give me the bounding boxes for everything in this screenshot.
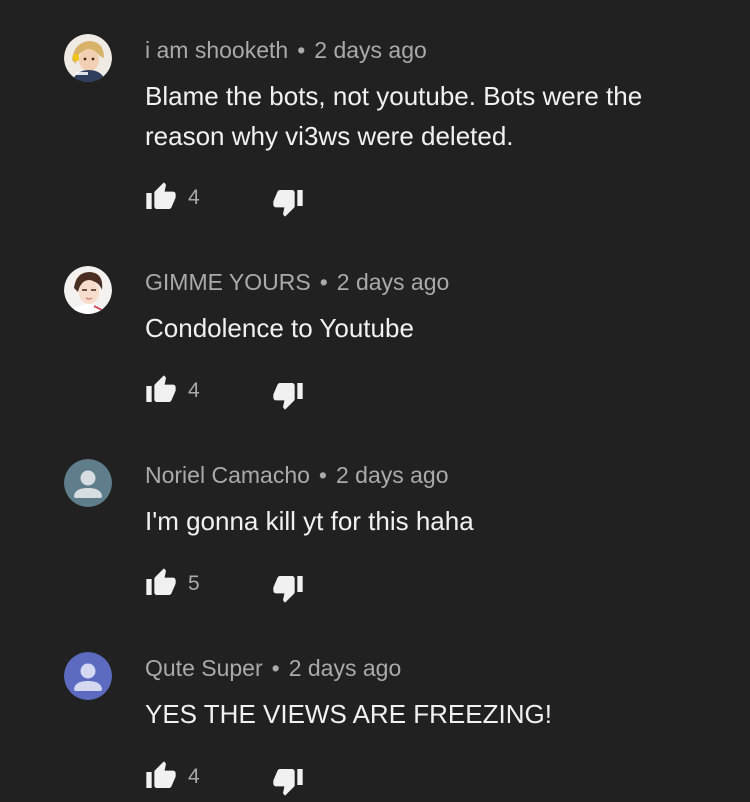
comment-timestamp[interactable]: 2 days ago [289,655,402,681]
like-button[interactable] [145,374,177,406]
comment-author[interactable]: Qute Super [145,655,263,681]
user-avatar[interactable] [64,34,112,82]
thumbs-down-icon [273,769,303,796]
comment-timestamp[interactable]: 2 days ago [337,269,450,295]
like-count: 5 [188,572,200,595]
user-photo-avatar-icon [64,266,112,314]
comment-timestamp[interactable]: 2 days ago [336,462,449,488]
like-button[interactable] [145,760,177,792]
comment-text: YES THE VIEWS ARE FREEZING! [145,699,552,729]
thumbs-down-icon [273,576,303,603]
dislike-button[interactable] [272,572,304,604]
like-count: 4 [188,186,200,209]
comment-author[interactable]: Noriel Camacho [145,462,310,488]
like-count: 4 [188,765,200,788]
thumbs-down-icon [273,190,303,217]
user-avatar[interactable] [64,266,112,314]
meta-separator: • [297,37,306,63]
default-person-avatar-icon [64,459,112,507]
comment-author[interactable]: GIMME YOURS [145,269,311,295]
thumbs-up-icon [146,568,176,595]
like-button[interactable] [145,567,177,599]
default-person-avatar-icon [64,652,112,700]
comment-text: Condolence to Youtube [145,313,414,343]
comment-meta: GIMME YOURS • 2 days ago [145,268,449,296]
like-count: 4 [188,379,200,402]
thumbs-up-icon [146,182,176,209]
meta-separator: • [318,462,327,488]
comment-meta: Noriel Camacho • 2 days ago [145,461,449,489]
user-avatar[interactable] [64,459,112,507]
comment-meta: i am shooketh • 2 days ago [145,36,427,64]
thumbs-up-icon [146,761,176,788]
user-avatar[interactable] [64,652,112,700]
meta-separator: • [319,269,328,295]
dislike-button[interactable] [272,765,304,797]
meta-separator: • [271,655,280,681]
thumbs-down-icon [273,383,303,410]
comment-timestamp[interactable]: 2 days ago [314,37,427,63]
user-photo-avatar-icon [64,34,112,82]
comment-text: Blame the bots, not youtube. Bots were t… [145,81,643,151]
dislike-button[interactable] [272,379,304,411]
dislike-button[interactable] [272,186,304,218]
comment-text: I'm gonna kill yt for this haha [145,506,474,536]
comment-meta: Qute Super • 2 days ago [145,654,401,682]
like-button[interactable] [145,181,177,213]
thumbs-up-icon [146,375,176,402]
comment-author[interactable]: i am shooketh [145,37,288,63]
